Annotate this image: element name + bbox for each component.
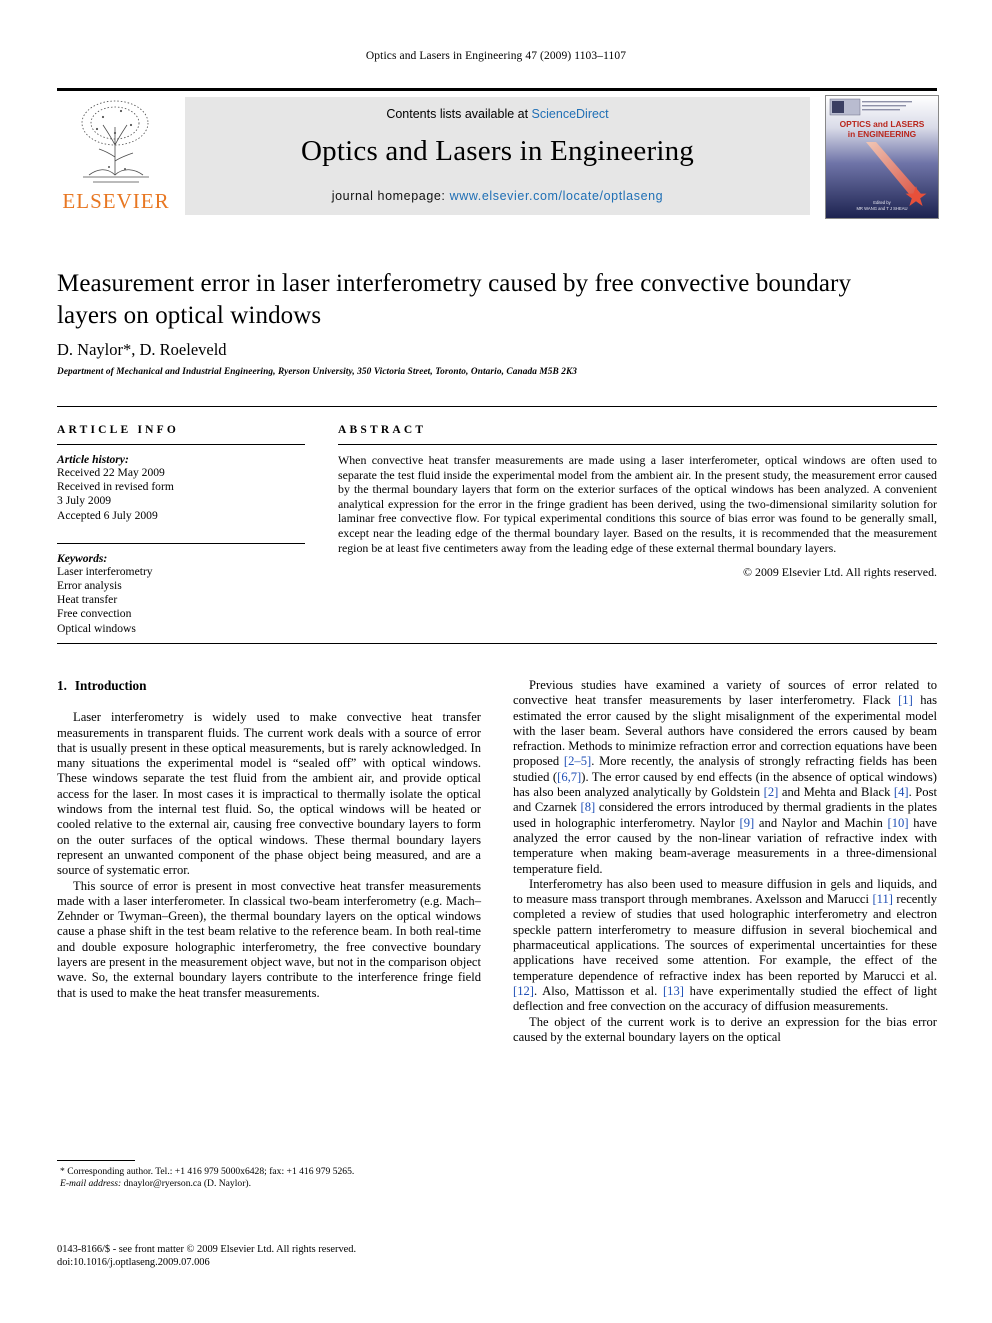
citation-link[interactable]: [10]	[888, 816, 909, 830]
svg-text:Edited by: Edited by	[873, 200, 891, 205]
keyword-item: Free convection	[57, 607, 132, 621]
article-history-line: Accepted 6 July 2009	[57, 508, 158, 522]
panel-bottom-rule	[57, 643, 937, 644]
citation-link[interactable]: [6,7]	[557, 770, 581, 784]
abstract-heading: ABSTRACT	[338, 424, 427, 436]
paragraph: This source of error is present in most …	[57, 878, 481, 1000]
elsevier-logo: ELSEVIER	[57, 97, 175, 215]
affiliation: Department of Mechanical and Industrial …	[57, 367, 578, 377]
article-info-column: ARTICLE INFO Article history: Received 2…	[57, 424, 305, 636]
abstract-column: ABSTRACT When convective heat transfer m…	[338, 424, 937, 580]
panel-top-rule	[57, 406, 937, 407]
citation-link[interactable]: [11]	[872, 892, 893, 906]
keyword-item: Error analysis	[57, 579, 122, 593]
article-history-line: Received 22 May 2009	[57, 466, 165, 479]
sciencedirect-link[interactable]: ScienceDirect	[532, 107, 609, 121]
contents-prefix: Contents lists available at	[386, 107, 532, 121]
paragraph: The object of the current work is to der…	[513, 1015, 937, 1046]
paragraph-text: and Mehta and Black	[778, 785, 894, 800]
paragraph-text: and Naylor and Machin	[754, 815, 888, 830]
keyword-item: Optical windows	[57, 621, 136, 635]
footnote-email-line: E-mail address: dnaylor@ryerson.ca (D. N…	[57, 1178, 481, 1190]
article-history-label: Article history:	[57, 453, 129, 466]
citation-link[interactable]: [1]	[898, 693, 913, 707]
body-column-left: 1. Introduction Laser interferometry is w…	[57, 678, 481, 1001]
paper-page: Optics and Lasers in Engineering 47 (200…	[0, 0, 992, 1323]
citation-link[interactable]: [4]	[894, 785, 909, 799]
contents-line: Contents lists available at ScienceDirec…	[185, 107, 810, 121]
keywords-rule	[57, 542, 305, 544]
corresponding-author-footnote: * Corresponding author. Tel.: +1 416 979…	[57, 1160, 481, 1190]
abstract-text: When convective heat transfer measuremen…	[338, 453, 937, 555]
running-head: Optics and Lasers in Engineering 47 (200…	[365, 50, 627, 62]
elsevier-wordmark: ELSEVIER	[62, 189, 170, 213]
homepage-url[interactable]: www.elsevier.com/locate/optlaseng	[450, 189, 664, 203]
journal-homepage-line: journal homepage: www.elsevier.com/locat…	[185, 189, 810, 203]
svg-text:MR WANG and T J SHEAU: MR WANG and T J SHEAU	[856, 206, 907, 211]
body-column-right: Previous studies have examined a variety…	[513, 678, 937, 1045]
citation-link[interactable]: [12]	[513, 984, 534, 998]
citation-link[interactable]: [9]	[740, 816, 755, 830]
journal-band: Contents lists available at ScienceDirec…	[185, 97, 810, 215]
paragraph: Previous studies have examined a variety…	[513, 678, 937, 877]
article-history-line: 3 July 2009	[57, 494, 112, 508]
abstract-rule	[338, 444, 937, 445]
article-info-rule	[57, 444, 305, 445]
keyword-item: Laser interferometry	[57, 564, 153, 578]
citation-link[interactable]: [2–5]	[564, 754, 591, 768]
issn-copyright-line: 0143-8166/$ - see front matter © 2009 El…	[57, 1244, 357, 1255]
citation-link[interactable]: [8]	[581, 800, 596, 814]
article-history-line: Received in revised form	[57, 480, 174, 494]
doi-line[interactable]: doi:10.1016/j.optlaseng.2009.07.006	[57, 1256, 577, 1269]
article-info-heading: ARTICLE INFO	[57, 424, 180, 436]
footnote-contact-line: * Corresponding author. Tel.: +1 416 979…	[60, 1166, 355, 1177]
footnote-rule	[57, 1160, 135, 1161]
abstract-copyright: © 2009 Elsevier Ltd. All rights reserved…	[743, 565, 937, 580]
journal-title: Optics and Lasers in Engineering	[301, 135, 694, 167]
journal-masthead: ELSEVIER Contents lists available at Sci…	[57, 88, 939, 219]
paragraph: Laser interferometry is widely used to m…	[57, 710, 481, 878]
paragraph-text: Previous studies have examined a variety…	[513, 678, 937, 708]
email-label: E-mail address:	[60, 1178, 122, 1189]
paragraph-text: The object of the current work is to der…	[513, 1014, 937, 1044]
keyword-item: Heat transfer	[57, 593, 118, 607]
page-title: Measurement error in laser interferometr…	[57, 270, 852, 329]
page-footer: 0143-8166/$ - see front matter © 2009 El…	[57, 1243, 577, 1270]
journal-cover-thumbnail: OPTICS and LASERS in ENGINEERING Edited …	[825, 95, 939, 219]
svg-text:OPTICS and LASERS: OPTICS and LASERS	[840, 119, 925, 129]
section-title: Introduction	[74, 678, 147, 693]
elsevier-tree-icon	[63, 97, 169, 189]
svg-text:in ENGINEERING: in ENGINEERING	[848, 129, 916, 139]
email-value[interactable]: dnaylor@ryerson.ca (D. Naylor).	[121, 1178, 251, 1189]
section-heading: 1. Introduction	[57, 678, 481, 693]
citation-link[interactable]: [2]	[764, 785, 779, 799]
homepage-label: journal homepage:	[331, 189, 450, 203]
section-number: 1.	[57, 678, 67, 693]
paragraph-text: . Also, Mattisson et al.	[533, 983, 663, 998]
citation-link[interactable]: [13]	[663, 984, 684, 998]
paragraph: Interferometry has also been used to mea…	[513, 877, 937, 1015]
author-list: D. Naylor*, D. Roeleveld	[57, 340, 227, 359]
keywords-label: Keywords:	[57, 551, 108, 565]
